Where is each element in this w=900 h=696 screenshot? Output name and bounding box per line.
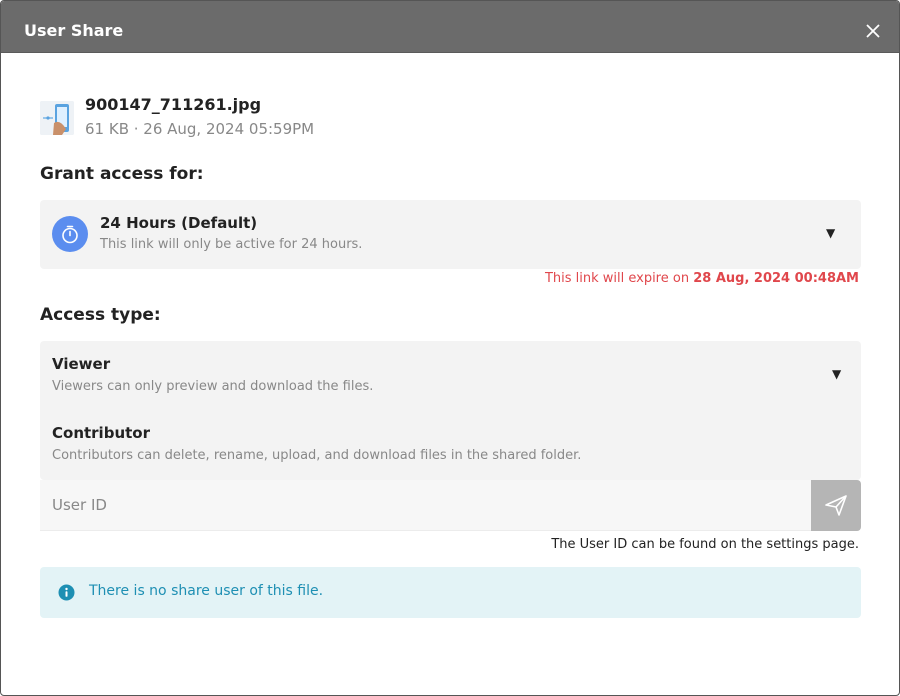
access-option-contributor-desc: Contributors can delete, rename, upload,…	[52, 448, 582, 463]
access-option-contributor-title[interactable]: Contributor	[52, 424, 150, 442]
chevron-down-icon: ▼	[832, 367, 842, 381]
grant-selected-title: 24 Hours (Default)	[100, 214, 258, 232]
send-button[interactable]	[811, 480, 861, 531]
alert-text: There is no share user of this file.	[89, 583, 324, 599]
user-share-dialog: User Share 900147_711261.jpg 61 KB · 26 …	[0, 0, 900, 696]
send-icon	[825, 495, 847, 516]
close-icon[interactable]	[865, 23, 881, 39]
user-id-hint: The User ID can be found on the settings…	[551, 537, 859, 552]
access-type-dropdown[interactable]: Viewer Viewers can only preview and down…	[40, 341, 861, 480]
grant-duration-select[interactable]: 24 Hours (Default) This link will only b…	[40, 200, 861, 269]
dialog-title: User Share	[24, 21, 124, 40]
access-option-viewer-desc: Viewers can only preview and download th…	[52, 379, 374, 394]
expire-prefix: This link will expire on	[544, 271, 694, 286]
user-id-input[interactable]	[40, 480, 811, 531]
access-type-label: Access type:	[40, 305, 161, 325]
expire-note: This link will expire on 28 Aug, 2024 00…	[545, 271, 859, 286]
grant-access-label: Grant access for:	[40, 164, 204, 184]
file-meta: 61 KB · 26 Aug, 2024 05:59PM	[85, 120, 315, 138]
no-share-user-alert: There is no share user of this file.	[40, 567, 861, 618]
chevron-down-icon: ▼	[826, 226, 836, 240]
access-option-viewer-title[interactable]: Viewer	[52, 355, 110, 373]
expire-date: 28 Aug, 2024 00:48AM	[693, 271, 859, 286]
file-name: 900147_711261.jpg	[85, 95, 262, 114]
info-icon	[58, 584, 75, 601]
timer-icon	[52, 216, 88, 252]
file-thumbnail-icon	[40, 101, 74, 135]
dialog-header: User Share	[1, 1, 899, 53]
grant-selected-desc: This link will only be active for 24 hou…	[100, 237, 363, 252]
